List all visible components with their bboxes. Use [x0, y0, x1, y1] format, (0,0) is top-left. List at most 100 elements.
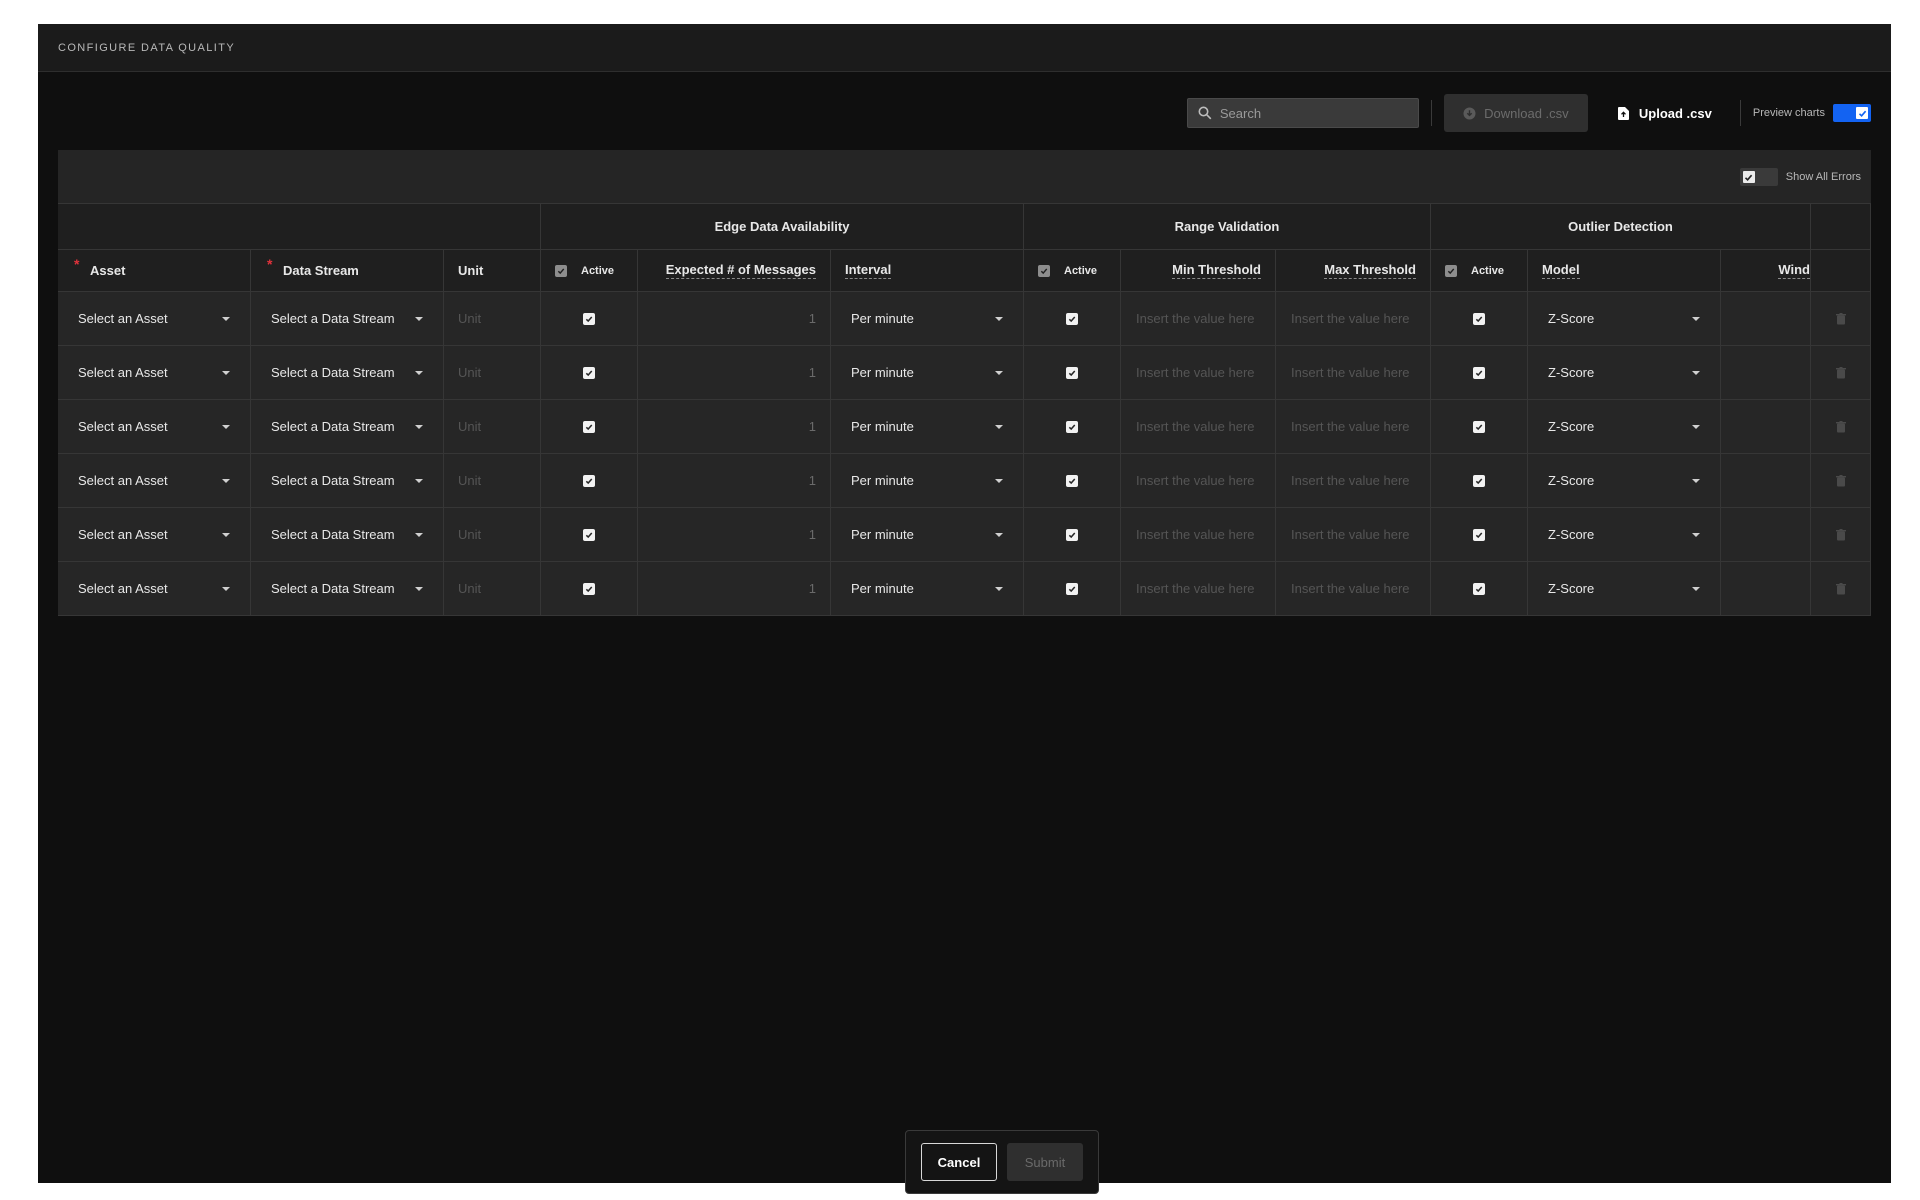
- min-threshold-input[interactable]: Insert the value here: [1121, 346, 1276, 400]
- col-asset: * Asset: [58, 250, 251, 292]
- data-stream-select[interactable]: Select a Data Stream: [251, 562, 444, 616]
- edge-active-checkbox[interactable]: [583, 582, 595, 595]
- max-threshold-input[interactable]: Insert the value here: [1276, 454, 1431, 508]
- unit-input[interactable]: Unit: [444, 400, 541, 454]
- model-select[interactable]: Z-Score: [1528, 454, 1721, 508]
- edge-active-checkbox[interactable]: [583, 366, 595, 379]
- interval-select-value: Per minute: [851, 581, 914, 596]
- delete-row-button[interactable]: [1811, 292, 1871, 346]
- min-threshold-input[interactable]: Insert the value here: [1121, 292, 1276, 346]
- delete-row-button[interactable]: [1811, 346, 1871, 400]
- max-threshold-input[interactable]: Insert the value here: [1276, 400, 1431, 454]
- search-box[interactable]: [1186, 98, 1419, 128]
- data-stream-select[interactable]: Select a Data Stream: [251, 292, 444, 346]
- toolbar-divider: [1430, 100, 1432, 126]
- edge-active-checkbox[interactable]: [583, 312, 595, 325]
- range-active-checkbox[interactable]: [1066, 582, 1078, 595]
- data-stream-select[interactable]: Select a Data Stream: [251, 346, 444, 400]
- expected-messages-input[interactable]: 1: [638, 562, 831, 616]
- interval-select[interactable]: Per minute: [831, 562, 1024, 616]
- data-stream-select[interactable]: Select a Data Stream: [251, 400, 444, 454]
- max-threshold-input[interactable]: Insert the value here: [1276, 346, 1431, 400]
- min-threshold-input[interactable]: Insert the value here: [1121, 400, 1276, 454]
- expected-messages-input[interactable]: 1: [638, 400, 831, 454]
- delete-row-button[interactable]: [1811, 508, 1871, 562]
- window-input[interactable]: [1721, 562, 1811, 616]
- range-active-checkbox[interactable]: [1066, 474, 1078, 487]
- window-input[interactable]: [1721, 292, 1811, 346]
- expected-messages-input[interactable]: 1: [638, 346, 831, 400]
- delete-row-button[interactable]: [1811, 400, 1871, 454]
- select-all-checkbox[interactable]: [555, 264, 567, 277]
- unit-input[interactable]: Unit: [444, 292, 541, 346]
- window-input[interactable]: [1721, 400, 1811, 454]
- chevron-down-icon: [222, 586, 230, 591]
- unit-placeholder: Unit: [458, 581, 482, 596]
- edge-active-checkbox[interactable]: [583, 474, 595, 487]
- window-input[interactable]: [1721, 346, 1811, 400]
- table-top-bar: Show All Errors: [58, 150, 1871, 204]
- data-stream-select[interactable]: Select a Data Stream: [251, 454, 444, 508]
- model-select[interactable]: Z-Score: [1528, 292, 1721, 346]
- outlier-active-checkbox[interactable]: [1473, 312, 1485, 325]
- model-select[interactable]: Z-Score: [1528, 562, 1721, 616]
- min-threshold-input[interactable]: Insert the value here: [1121, 562, 1276, 616]
- unit-input[interactable]: Unit: [444, 346, 541, 400]
- expected-messages-input[interactable]: 1: [638, 454, 831, 508]
- interval-select[interactable]: Per minute: [831, 346, 1024, 400]
- cancel-button[interactable]: Cancel: [921, 1143, 997, 1181]
- outlier-active-checkbox[interactable]: [1473, 474, 1485, 487]
- model-select-value: Z-Score: [1548, 419, 1595, 434]
- select-all-checkbox[interactable]: [1445, 264, 1457, 277]
- model-select[interactable]: Z-Score: [1528, 346, 1721, 400]
- submit-button[interactable]: Submit: [1007, 1143, 1083, 1181]
- model-select[interactable]: Z-Score: [1528, 508, 1721, 562]
- delete-row-button[interactable]: [1811, 562, 1871, 616]
- download-csv-button[interactable]: Download .csv: [1443, 94, 1588, 132]
- show-all-errors-toggle[interactable]: [1739, 168, 1778, 186]
- interval-select[interactable]: Per minute: [831, 292, 1024, 346]
- outlier-active-checkbox[interactable]: [1473, 366, 1485, 379]
- window-input[interactable]: [1721, 508, 1811, 562]
- expected-messages-input[interactable]: 1: [638, 292, 831, 346]
- range-active-checkbox[interactable]: [1066, 420, 1078, 433]
- outlier-active-checkbox[interactable]: [1473, 528, 1485, 541]
- asset-select[interactable]: Select an Asset: [58, 292, 251, 346]
- expected-messages-input[interactable]: 1: [638, 508, 831, 562]
- asset-select[interactable]: Select an Asset: [58, 454, 251, 508]
- preview-charts-toggle[interactable]: [1833, 104, 1871, 122]
- range-active-checkbox[interactable]: [1066, 528, 1078, 541]
- interval-select[interactable]: Per minute: [831, 454, 1024, 508]
- outlier-active-checkbox[interactable]: [1473, 420, 1485, 433]
- table-body: Select an Asset Select a Data Stream Unit 1…: [58, 292, 1871, 616]
- min-threshold-input[interactable]: Insert the value here: [1121, 454, 1276, 508]
- upload-csv-button[interactable]: Upload .csv: [1602, 94, 1728, 132]
- table-row: Select an Asset Select a Data Stream Unit 1…: [58, 292, 1871, 346]
- max-threshold-input[interactable]: Insert the value here: [1276, 508, 1431, 562]
- window-input[interactable]: [1721, 454, 1811, 508]
- edge-active-checkbox[interactable]: [583, 528, 595, 541]
- asset-select[interactable]: Select an Asset: [58, 562, 251, 616]
- unit-input[interactable]: Unit: [444, 508, 541, 562]
- asset-select[interactable]: Select an Asset: [58, 508, 251, 562]
- select-all-checkbox[interactable]: [1038, 264, 1050, 277]
- data-stream-select[interactable]: Select a Data Stream: [251, 508, 444, 562]
- expected-messages-value: 1: [808, 473, 816, 488]
- asset-select[interactable]: Select an Asset: [58, 346, 251, 400]
- search-input[interactable]: [1219, 105, 1408, 121]
- edge-active-checkbox[interactable]: [583, 420, 595, 433]
- max-threshold-input[interactable]: Insert the value here: [1276, 292, 1431, 346]
- model-select[interactable]: Z-Score: [1528, 400, 1721, 454]
- interval-select[interactable]: Per minute: [831, 508, 1024, 562]
- interval-select[interactable]: Per minute: [831, 400, 1024, 454]
- outlier-active-checkbox[interactable]: [1473, 582, 1485, 595]
- col-unit-label: Unit: [458, 263, 484, 278]
- range-active-checkbox[interactable]: [1066, 312, 1078, 325]
- range-active-checkbox[interactable]: [1066, 366, 1078, 379]
- delete-row-button[interactable]: [1811, 454, 1871, 508]
- min-threshold-input[interactable]: Insert the value here: [1121, 508, 1276, 562]
- max-threshold-input[interactable]: Insert the value here: [1276, 562, 1431, 616]
- asset-select[interactable]: Select an Asset: [58, 400, 251, 454]
- unit-input[interactable]: Unit: [444, 562, 541, 616]
- unit-input[interactable]: Unit: [444, 454, 541, 508]
